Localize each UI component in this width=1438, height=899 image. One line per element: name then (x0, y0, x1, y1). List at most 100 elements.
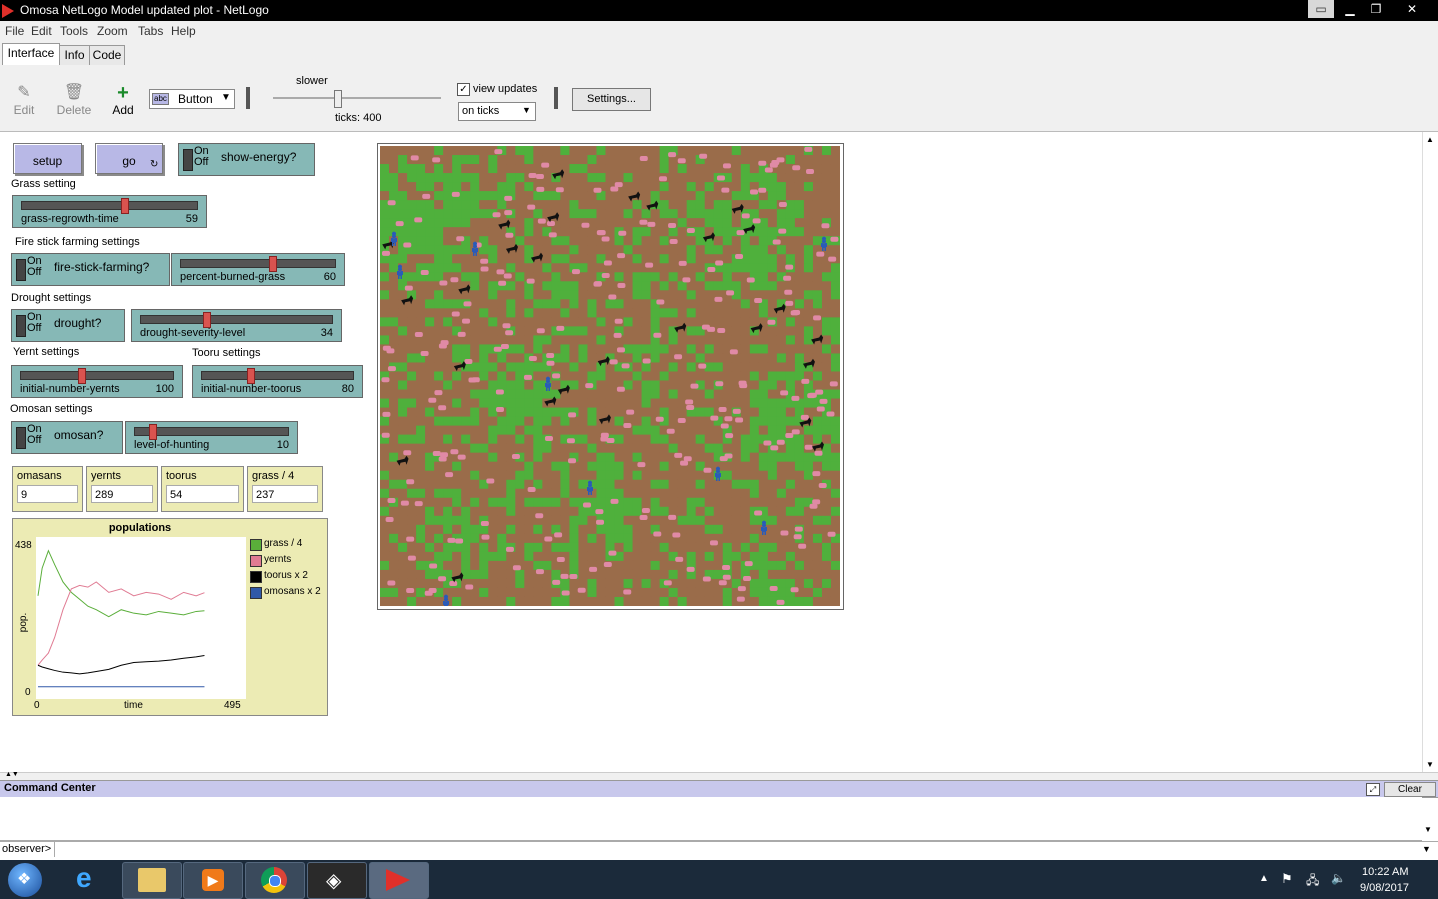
yernt-agent (496, 269, 505, 275)
clock-date[interactable]: 9/08/2017 (1360, 882, 1409, 894)
delete-button[interactable]: 🗑 Delete (54, 83, 94, 117)
netlogo-task[interactable] (369, 862, 429, 899)
drought-severity-level-slider[interactable]: drought-severity-level 34 (131, 309, 342, 342)
file-explorer-task[interactable] (122, 862, 182, 899)
observer-prompt[interactable]: observer> (2, 843, 51, 855)
show-energy-switch[interactable]: On Off show-energy? (178, 143, 315, 176)
restore-icon[interactable]: ❐ (1364, 0, 1388, 18)
menu-help[interactable]: Help (171, 24, 196, 38)
expand-icon[interactable]: ⤢ (1366, 783, 1380, 796)
split-arrows-icon[interactable]: ▲▼ (5, 771, 19, 778)
interface-scrollbar[interactable]: ▲ ▼ (1422, 132, 1438, 772)
omosan-switch[interactable]: On Off omosan? (11, 421, 123, 454)
patch (596, 200, 606, 210)
media-player-task[interactable]: ▶ (183, 862, 243, 899)
patch (749, 308, 760, 318)
show-hidden-icons-icon[interactable]: ▲ (1259, 873, 1269, 884)
history-dropdown-icon[interactable]: ▼ (1422, 844, 1431, 854)
slider-thumb[interactable] (148, 424, 157, 440)
initial-number-yernts-slider[interactable]: initial-number-yernts 100 (11, 365, 183, 398)
slider-track[interactable] (201, 371, 354, 380)
patch (416, 533, 426, 544)
fire-stick-farming-switch[interactable]: On Off fire-stick-farming? (11, 253, 170, 286)
patch (551, 236, 561, 246)
patch (632, 425, 643, 436)
switch-knob[interactable] (16, 315, 26, 337)
close-icon[interactable]: ✕ (1392, 0, 1432, 18)
legend-label: yernts (264, 554, 292, 565)
network-icon[interactable]: 🖧 (1306, 871, 1319, 892)
tab-interface[interactable]: Interface (2, 43, 60, 66)
slider-thumb[interactable] (202, 312, 211, 328)
scroll-down-icon[interactable]: ▼ (1426, 760, 1434, 769)
action-center-flag-icon[interactable]: ⚑ (1281, 871, 1293, 887)
switch-knob[interactable] (16, 259, 26, 281)
update-mode-dropdown[interactable]: on ticks ▼ (458, 102, 536, 121)
x-min-label: 0 (34, 700, 40, 711)
level-of-hunting-slider[interactable]: level-of-hunting 10 (125, 421, 298, 454)
patch (578, 146, 588, 156)
patch (641, 245, 652, 255)
setup-button[interactable]: setup (13, 143, 82, 174)
add-button[interactable]: + Add (103, 83, 143, 117)
go-button[interactable]: go ↻ (95, 143, 163, 174)
patch (821, 263, 832, 273)
menu-tools[interactable]: Tools (60, 24, 88, 38)
drought-switch[interactable]: On Off drought? (11, 309, 125, 342)
unity-task[interactable]: ◈ (307, 862, 367, 899)
internet-explorer-task[interactable]: e (66, 862, 114, 897)
patch (632, 542, 643, 553)
settings-button[interactable]: Settings... (572, 88, 651, 111)
slider-thumb[interactable] (78, 368, 87, 384)
scroll-up-icon[interactable]: ▲ (1426, 135, 1434, 144)
patch (407, 542, 417, 553)
patch (434, 497, 444, 508)
patch (830, 335, 840, 345)
clear-button[interactable]: Clear (1384, 782, 1436, 797)
patch (398, 209, 408, 219)
patch (524, 245, 534, 255)
slider-track[interactable] (21, 201, 198, 210)
world-view[interactable] (377, 143, 844, 610)
view-updates-checkbox[interactable]: ✓ (457, 83, 470, 96)
speed-slider-thumb[interactable] (334, 90, 342, 108)
switch-knob[interactable] (183, 149, 193, 171)
grass-regrowth-time-slider[interactable]: grass-regrowth-time 59 (12, 195, 207, 228)
slider-track[interactable] (140, 315, 333, 324)
tab-code[interactable]: Code (89, 45, 125, 65)
slider-track[interactable] (180, 259, 336, 268)
minimize-icon[interactable]: ▁ (1338, 0, 1362, 18)
patch (605, 209, 616, 219)
menu-zoom[interactable]: Zoom (97, 24, 128, 38)
edit-button[interactable]: ✎ Edit (4, 83, 44, 117)
slider-track[interactable] (134, 427, 289, 436)
command-input[interactable] (54, 842, 1419, 857)
patch (587, 416, 597, 427)
slider-thumb[interactable] (247, 368, 256, 384)
scroll-down-icon[interactable]: ▼ (1424, 825, 1432, 834)
tab-info[interactable]: Info (59, 45, 90, 65)
slider-thumb[interactable] (120, 198, 129, 214)
patch (497, 569, 507, 580)
speed-slider-track[interactable] (273, 97, 441, 99)
start-button[interactable]: ❖ (8, 863, 42, 897)
slider-thumb[interactable] (268, 256, 277, 272)
clock-time[interactable]: 10:22 AM (1362, 866, 1408, 878)
patch (425, 596, 435, 606)
menu-file[interactable]: File (5, 24, 24, 38)
initial-number-toorus-slider[interactable]: initial-number-toorus 80 (192, 365, 363, 398)
percent-burned-grass-slider[interactable]: percent-burned-grass 60 (171, 253, 345, 286)
patch (785, 227, 796, 237)
patch (614, 506, 625, 517)
patch (533, 191, 543, 201)
window-extra-icon[interactable]: ▭ (1308, 0, 1334, 18)
menu-tabs[interactable]: Tabs (138, 24, 163, 38)
menu-edit[interactable]: Edit (31, 24, 52, 38)
patch (461, 308, 471, 318)
yernt-agent (505, 546, 514, 552)
chrome-task[interactable] (245, 862, 305, 899)
volume-icon[interactable]: 🔈 (1331, 871, 1346, 885)
slider-track[interactable] (20, 371, 174, 380)
widget-type-dropdown[interactable]: abc Button ▼ (149, 89, 235, 109)
switch-knob[interactable] (16, 427, 26, 449)
